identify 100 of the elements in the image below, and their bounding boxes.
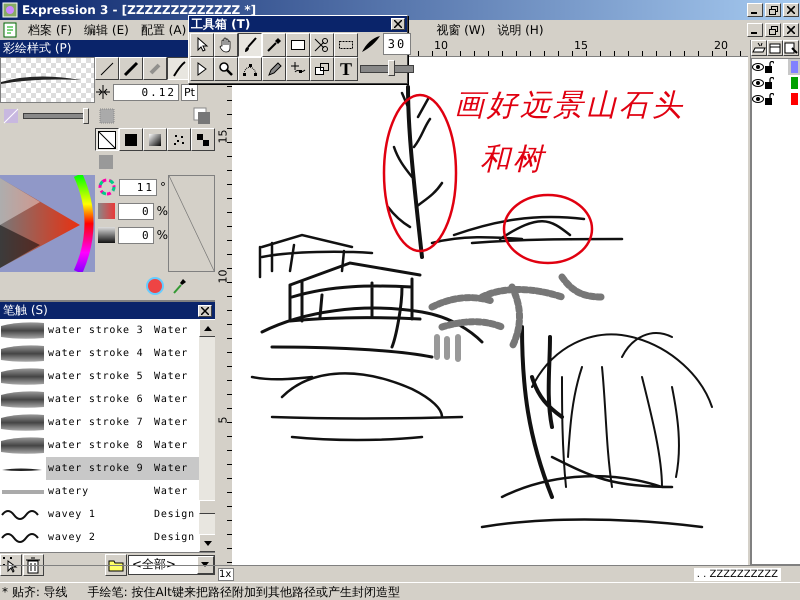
text-tool-button[interactable]: T [334, 57, 358, 81]
unlocked-padlock-icon[interactable] [765, 61, 774, 73]
saturation-field[interactable]: 0 [118, 202, 154, 220]
ruler-label: 20 [714, 39, 728, 52]
layer-properties-button[interactable] [783, 40, 799, 56]
brush-list-item[interactable]: wavey 2 Design [46, 526, 199, 549]
ruler-label: 15 [574, 39, 588, 52]
dropdown-arrow-button[interactable] [196, 556, 214, 574]
unlocked-padlock-icon[interactable] [765, 77, 774, 89]
window-title: Expression 3 - [ZZZZZZZZZZZZZ *] [22, 3, 258, 17]
select-tool-button[interactable] [0, 554, 22, 576]
restore-button[interactable] [765, 23, 781, 37]
eye-icon[interactable] [752, 62, 764, 72]
overlapping-squares-icon [314, 61, 330, 77]
width-arrows-icon [95, 85, 111, 99]
ruler-label: 5 [216, 416, 230, 424]
brush-stroke-icon [171, 60, 187, 76]
brush-stroke-preview [0, 366, 46, 388]
color-triangle-picker[interactable] [0, 175, 95, 272]
unlocked-padlock-icon[interactable] [765, 93, 774, 105]
brush-list-item[interactable]: water stroke 5 Water [46, 365, 199, 388]
eye-icon[interactable] [752, 94, 764, 104]
saturation-swatch-icon [98, 203, 115, 219]
menu-item[interactable]: 配置 (A) [138, 22, 188, 38]
folder-button[interactable] [105, 554, 127, 576]
up-arrow-icon [204, 326, 212, 330]
restore-icon [768, 6, 778, 14]
layer-options-button[interactable] [767, 40, 783, 56]
menu-item[interactable]: 说明 (H) [495, 22, 546, 38]
delete-button[interactable] [22, 554, 44, 576]
brush-stroke-preview [0, 434, 46, 456]
close-button[interactable] [391, 18, 405, 30]
fill-mode-button[interactable] [95, 128, 119, 151]
lightness-field[interactable]: 0 [118, 226, 154, 244]
hue-field[interactable]: 11 [119, 178, 157, 196]
bezier-nodes-icon [242, 61, 258, 77]
brush-icon [242, 37, 258, 53]
ruler-label: 10 [216, 270, 230, 284]
menu-item[interactable]: 档案 (F) [26, 22, 74, 38]
layer-row[interactable] [752, 59, 800, 75]
tool-button[interactable] [238, 33, 262, 57]
close-icon [787, 6, 795, 14]
stroke-width-field[interactable]: 0.12 [113, 84, 179, 100]
panel-title: 彩绘样式 (P) [3, 40, 72, 57]
thick-line-icon [123, 60, 139, 76]
size-slider[interactable] [360, 60, 414, 76]
brush-stroke-icon [360, 34, 382, 54]
unit-label: % [156, 204, 168, 218]
snap-status: * 贴齐: 导线 [2, 584, 68, 600]
rectangle-icon [290, 37, 306, 53]
eyedropper-icon [266, 37, 282, 53]
brush-list-item[interactable]: water stroke 6 Water [46, 388, 199, 411]
unit-label: ° [160, 180, 166, 194]
scrollbar[interactable] [199, 319, 215, 552]
panel-title: 笔触 (S) [3, 302, 48, 319]
brush-list-item[interactable]: water stroke 3 Water [46, 319, 199, 342]
no-fill-icon [97, 130, 117, 150]
unit-label: % [156, 228, 168, 242]
minimize-button[interactable] [747, 3, 763, 17]
brush-list-item[interactable]: watery Water [46, 480, 199, 503]
eye-icon[interactable] [752, 78, 764, 88]
brush-size-field[interactable]: 30 [383, 33, 411, 55]
gradient-swatch-icon [3, 108, 19, 124]
unit-label: Pt [181, 84, 198, 100]
airbrush-icon [147, 60, 163, 76]
ruler-label: 10 [434, 39, 448, 52]
brush-stroke-preview [0, 320, 46, 342]
brush-list-item[interactable]: water stroke 7 Water [46, 411, 199, 434]
zoom-label: 1x [218, 568, 234, 581]
color-wheel-icon[interactable] [145, 276, 165, 296]
color-swatch[interactable] [168, 175, 215, 272]
menu-item[interactable]: 视窗 (W) [434, 22, 488, 38]
handwritten-note: 画好远景山石头 [454, 87, 685, 125]
scissors-icon [314, 37, 330, 53]
brush-stroke-preview [0, 388, 46, 410]
app-icon [2, 2, 18, 18]
menu-item[interactable]: 编辑 (E) [82, 22, 131, 38]
restore-button[interactable] [765, 3, 781, 17]
close-button[interactable] [783, 3, 799, 17]
page-label: . . ZZZZZZZZZZ [694, 568, 781, 581]
new-layer-button[interactable] [751, 40, 767, 56]
pen-icon [266, 61, 282, 77]
close-button[interactable] [783, 23, 799, 37]
caret-icon [201, 562, 210, 567]
ruler-label: 15 [216, 130, 230, 144]
brush-stroke-preview [0, 488, 46, 494]
texture-icon [99, 108, 115, 124]
layer-row[interactable] [752, 91, 800, 107]
document-icon [2, 22, 18, 38]
eyedropper-icon[interactable] [171, 277, 187, 295]
close-button[interactable] [198, 304, 212, 316]
brush-list-item[interactable]: water stroke 4 Water [46, 342, 199, 365]
shadow-icon [193, 106, 211, 124]
brush-list-item[interactable]: wavey 1 Design [46, 503, 199, 526]
minimize-button[interactable] [747, 23, 763, 37]
brush-list-item[interactable]: water stroke 8 Water [46, 434, 199, 457]
opacity-slider[interactable] [23, 108, 89, 124]
brush-list-item[interactable]: water stroke 9 Water [46, 457, 199, 480]
layer-row[interactable] [752, 75, 800, 91]
hint-text: 手绘笔: 按住Alt键来把路径附加到其他路径或产生封闭造型 [88, 584, 400, 600]
